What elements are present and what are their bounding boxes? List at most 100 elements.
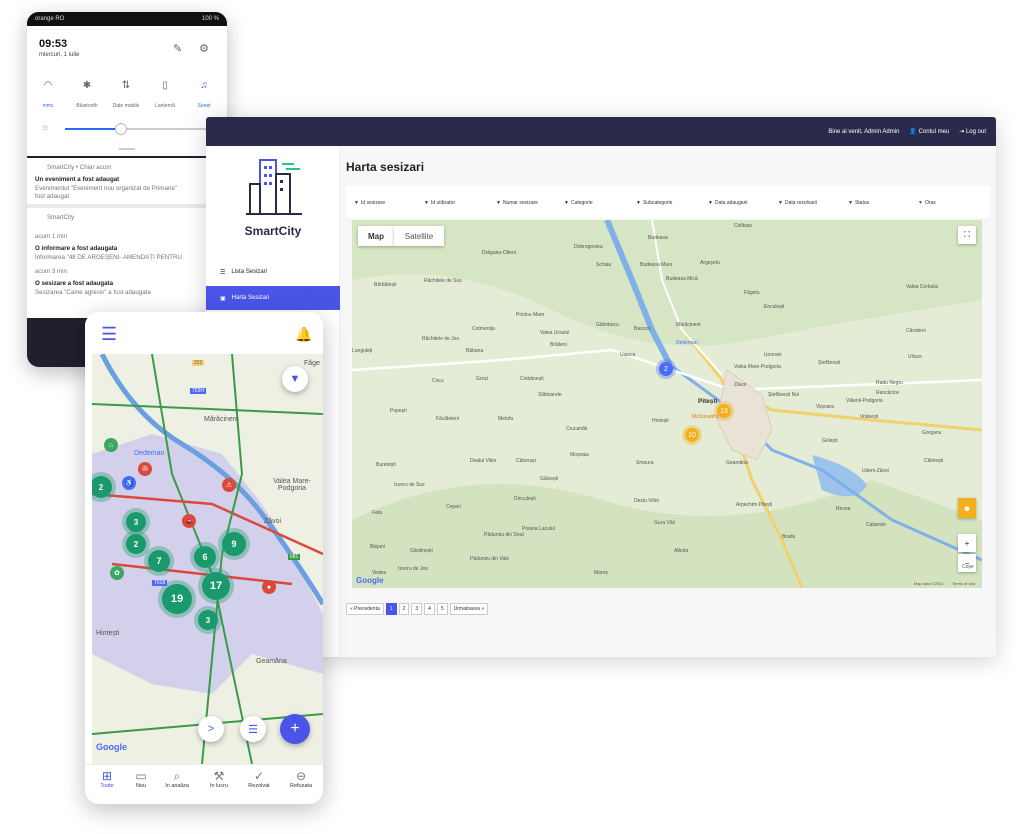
page-button[interactable]: 2 — [398, 603, 410, 615]
hamburger-menu-icon[interactable]: ☰ — [101, 324, 117, 345]
map-cluster[interactable]: 7 — [148, 550, 170, 572]
list-view-button[interactable]: ☰ — [240, 716, 266, 742]
map-marker[interactable]: ● — [262, 580, 276, 594]
map-marker[interactable]: ⚠ — [222, 478, 236, 492]
bell-icon[interactable]: ♫ — [191, 80, 217, 91]
nav-lista-sesizari[interactable]: ☰ Lista Sesizari — [206, 260, 340, 284]
map-place-label: Ștefănești Noi — [768, 392, 800, 398]
page-button[interactable]: 5 — [436, 603, 448, 615]
logout-link[interactable]: ⇥ Log out — [959, 128, 986, 135]
map-marker[interactable]: 🚗 — [182, 514, 196, 528]
filter-icon: ▼ — [918, 200, 923, 206]
mobile-data-icon[interactable]: ⇅ — [113, 80, 139, 91]
drag-handle[interactable] — [119, 148, 135, 150]
nav-harta-sesizari[interactable]: ▣ Harta Sesizari — [206, 286, 340, 310]
map-cluster[interactable]: 17 — [202, 572, 230, 600]
notif-title[interactable]: O informare a fost adaugata — [35, 245, 117, 252]
map-cluster[interactable]: 3 — [198, 610, 218, 630]
map-type-tab[interactable]: Map — [358, 226, 394, 246]
brightness-icon: ☼ — [41, 122, 50, 132]
filter-data-rezolvarii[interactable]: ▼ Data rezolvarii — [778, 200, 817, 206]
map-place-label: Hintești — [96, 630, 120, 637]
map-cluster[interactable]: 9 — [222, 532, 246, 556]
city-buildings-logo-icon — [246, 159, 302, 215]
account-link[interactable]: 👤 Contul meu — [909, 128, 949, 135]
map-place-label: Dedeman — [134, 450, 165, 457]
street-view-pegman-icon[interactable]: ☻ — [958, 498, 976, 518]
filter-oras[interactable]: ▼ Oras — [918, 200, 936, 206]
mobile-header: ☰ 🔔 — [85, 312, 323, 354]
page-button[interactable]: 4 — [424, 603, 435, 615]
map-place-label: Vâlenii-Podgoria — [846, 398, 883, 404]
filter-id-utilizator[interactable]: ▼ Id utilizator — [424, 200, 455, 206]
zoom-in-button[interactable]: + — [958, 534, 976, 552]
add-sesizare-button[interactable]: + — [280, 714, 310, 744]
map-cluster[interactable]: 6 — [194, 546, 216, 568]
satellite-type-tab[interactable]: Satellite — [394, 226, 444, 246]
map-place-label: Hintești — [652, 418, 669, 424]
map-place-label: Cepari — [446, 504, 461, 510]
gear-icon[interactable]: ⚙ — [199, 42, 209, 55]
map-cluster[interactable]: 3 — [126, 512, 146, 532]
map-cluster[interactable]: 10 — [685, 428, 699, 442]
flashlight-icon[interactable]: ▯ — [152, 80, 178, 91]
map-place-label: Deslu Viilor — [634, 498, 660, 504]
prev-page-button[interactable]: « Precedenta — [346, 603, 384, 615]
map-cluster[interactable]: 19 — [162, 584, 192, 614]
filter-icon: ▼ — [424, 200, 429, 206]
map-view[interactable]: Map Satellite ⛶ ☻ + − 2 13 10 Colibași B… — [352, 220, 982, 588]
map-marker[interactable]: ✇ — [138, 462, 152, 476]
map-cluster[interactable]: 2 — [126, 534, 146, 554]
notif-time: acum 1 min — [35, 233, 67, 240]
next-page-button[interactable]: Urmatoarea » — [449, 603, 489, 615]
nav-label: Lista Sesizari — [231, 269, 268, 275]
nav-in-lucru[interactable]: ⚒ In lucru — [197, 769, 241, 789]
map-cluster[interactable]: 2 — [659, 362, 673, 376]
filter-status[interactable]: ▼ Status — [848, 200, 869, 206]
map-place-label: Mărăcineni — [676, 322, 701, 328]
filter-button[interactable]: ▼ — [282, 366, 308, 392]
notif-app-header: SmartCity — [47, 214, 75, 221]
map-place-label: Bărbătești — [374, 282, 397, 288]
filter-id-sesizare[interactable]: ▼ Id sesizare — [354, 200, 385, 206]
filter-categorie[interactable]: ▼ Categorie — [564, 200, 593, 206]
map-place-label: Bradu — [782, 534, 796, 540]
bluetooth-icon[interactable]: ✱ — [74, 80, 100, 91]
edit-icon[interactable]: ✎ — [173, 42, 182, 55]
map-place-label: Cocu — [432, 378, 444, 384]
nav-in-analiza[interactable]: ⌕ In analiza — [155, 769, 199, 789]
page-button[interactable]: 3 — [411, 603, 423, 615]
map-place-label: Recea — [836, 506, 851, 512]
map-place-label: Geamăna — [256, 658, 287, 665]
filter-subcategorie[interactable]: ▼ Subcategorie — [636, 200, 672, 206]
mobile-app-phone: ☰ 🔔 Făge Mărăcineni Dedeman Valea Mare-P… — [85, 312, 323, 804]
mobile-map[interactable]: Făge Mărăcineni Dedeman Valea Mare-Podgo… — [92, 354, 323, 764]
filter-numar-sesizare[interactable]: ▼ Numar sesizare — [496, 200, 538, 206]
map-place-label: Lunguleți — [352, 348, 373, 354]
map-place-label: Făge — [304, 360, 320, 367]
nav-refuzata[interactable]: ⊖ Refuzata — [279, 769, 323, 789]
map-place-label: Slătioarele — [538, 392, 562, 398]
brightness-slider[interactable] — [65, 123, 215, 135]
map-marker[interactable]: ♿ — [122, 476, 136, 490]
quick-settings: 09:53 miercuri, 1 iulie ✎ ⚙ ◠ mmc ✱ Blue… — [27, 26, 227, 156]
bell-icon[interactable]: 🔔 — [295, 326, 312, 343]
next-button[interactable]: > — [198, 716, 224, 742]
nav-rezolvat[interactable]: ✓ Rezolvat — [237, 769, 281, 789]
map-cluster[interactable]: 13 — [717, 404, 731, 418]
notif-title[interactable]: O sesizare a fost adaugata — [35, 280, 113, 287]
fullscreen-icon[interactable]: ⛶ — [958, 226, 976, 244]
notif-title[interactable]: Un eveniment a fost adaugat — [35, 176, 119, 183]
wifi-icon[interactable]: ◠ — [35, 80, 61, 91]
filter-icon: ▼ — [564, 200, 569, 206]
filter-data-adaugarii[interactable]: ▼ Data adaugarii — [708, 200, 747, 206]
road-number-label: 703H — [190, 388, 206, 394]
page-button[interactable]: 1 — [385, 603, 397, 615]
google-logo: Google — [96, 742, 127, 752]
map-place-label: Ștefănești — [818, 360, 841, 366]
map-place-label: Smeura — [636, 460, 654, 466]
notif-time: acum 3 min — [35, 268, 67, 275]
terms-link[interactable]: Terms of Use — [952, 581, 976, 586]
map-marker[interactable]: ⌂ — [104, 438, 118, 452]
map-marker[interactable]: ✿ — [110, 566, 124, 580]
